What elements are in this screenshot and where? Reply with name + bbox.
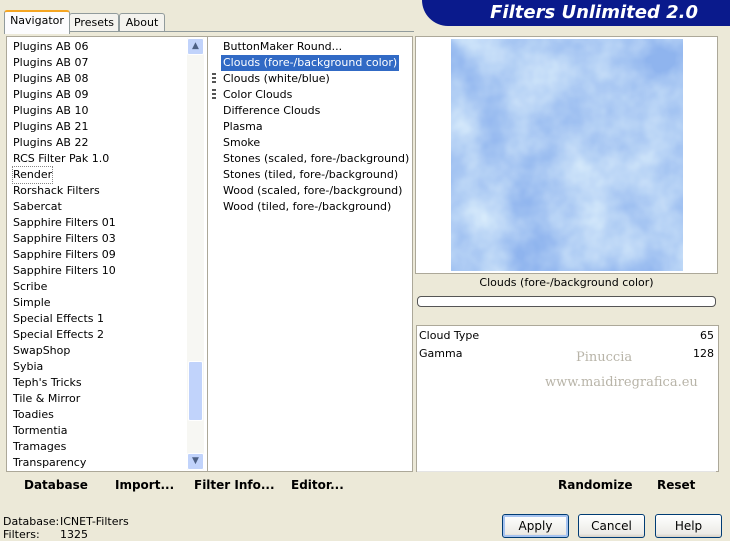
category-item[interactable]: Transparency <box>13 455 86 471</box>
scroll-down-button[interactable]: ▼ <box>187 453 204 470</box>
import-button[interactable]: Import... <box>115 476 174 494</box>
category-item[interactable]: Plugins AB 21 <box>13 119 88 135</box>
param-value[interactable]: 65 <box>700 329 714 342</box>
filters-count: 1325 <box>60 528 88 541</box>
category-item[interactable]: Sapphire Filters 09 <box>13 247 116 263</box>
category-item[interactable]: Render <box>11 166 54 184</box>
filter-item[interactable]: Plasma <box>221 119 265 135</box>
tab-navigator[interactable]: Navigator <box>4 10 70 34</box>
preview-panel <box>415 36 718 274</box>
param-row[interactable]: Cloud Type 65 <box>417 327 716 346</box>
database-value: ICNET-Filters <box>60 515 129 528</box>
help-button[interactable]: Help <box>655 514 722 538</box>
category-item[interactable]: Plugins AB 08 <box>13 71 88 87</box>
watermark-line2: www.maidiregrafica.eu <box>545 375 698 390</box>
app-title: Filters Unlimited 2.0 <box>422 0 730 26</box>
filter-item[interactable]: ButtonMaker Round... <box>221 39 344 55</box>
tab-presets[interactable]: Presets <box>69 13 119 32</box>
category-item[interactable]: Plugins AB 09 <box>13 87 88 103</box>
param-name: Cloud Type <box>419 329 480 342</box>
progress-bar <box>417 296 716 307</box>
database-label: Database: <box>3 515 60 528</box>
category-item[interactable]: Plugins AB 07 <box>13 55 88 71</box>
param-row-empty <box>417 435 716 454</box>
category-item[interactable]: Rorshack Filters <box>13 183 100 199</box>
scroll-up-button[interactable]: ▲ <box>187 38 204 55</box>
category-item[interactable]: SwapShop <box>13 343 70 359</box>
preview-caption: Clouds (fore-/background color) <box>479 276 654 289</box>
filter-item[interactable]: Smoke <box>221 135 262 151</box>
watermark-line1: Pinuccia <box>576 350 633 365</box>
filter-item[interactable]: Stones (scaled, fore-/background) <box>221 151 411 167</box>
editor-button[interactable]: Editor... <box>291 476 344 494</box>
filter-item[interactable]: Clouds (fore-/background color) <box>219 54 401 72</box>
category-item[interactable]: Sapphire Filters 01 <box>13 215 116 231</box>
category-item[interactable]: Teph's Tricks <box>13 375 82 391</box>
category-item[interactable]: Special Effects 2 <box>13 327 104 343</box>
category-item[interactable]: Simple <box>13 295 51 311</box>
database-button[interactable]: Database <box>24 476 88 494</box>
category-list[interactable]: Plugins AB 06 Plugins AB 07 Plugins AB 08 P… <box>6 36 208 472</box>
category-item[interactable]: Plugins AB 06 <box>13 39 88 55</box>
param-row[interactable]: Gamma 128 <box>417 345 716 364</box>
tab-about[interactable]: About <box>119 13 165 32</box>
category-item[interactable]: RCS Filter Pak 1.0 <box>13 151 109 167</box>
scroll-thumb[interactable] <box>188 361 203 421</box>
param-row-empty <box>417 417 716 436</box>
category-item[interactable]: Sapphire Filters 03 <box>13 231 116 247</box>
category-item[interactable]: Plugins AB 10 <box>13 103 88 119</box>
filter-list[interactable]: ButtonMaker Round... Clouds (fore-/backgr… <box>207 36 413 472</box>
filters-label: Filters: <box>3 528 40 541</box>
category-item[interactable]: Toadies <box>13 407 54 423</box>
category-item[interactable]: Scribe <box>13 279 47 295</box>
drag-grip-icon[interactable] <box>212 89 216 101</box>
filter-info-button[interactable]: Filter Info... <box>194 476 275 494</box>
filter-item[interactable]: Stones (tiled, fore-/background) <box>221 167 400 183</box>
drag-grip-icon[interactable] <box>212 73 216 85</box>
category-item[interactable]: Special Effects 1 <box>13 311 104 327</box>
category-item[interactable]: Tramages <box>13 439 66 455</box>
filter-item[interactable]: Difference Clouds <box>221 103 322 119</box>
filter-item[interactable]: Color Clouds <box>221 87 294 103</box>
category-item[interactable]: Sapphire Filters 10 <box>13 263 116 279</box>
category-item[interactable]: Sybia <box>13 359 43 375</box>
reset-button[interactable]: Reset <box>657 476 695 494</box>
param-name: Gamma <box>419 347 463 360</box>
category-item[interactable]: Sabercat <box>13 199 62 215</box>
filter-item[interactable]: Wood (scaled, fore-/background) <box>221 183 404 199</box>
filter-item[interactable]: Clouds (white/blue) <box>221 71 332 87</box>
filter-item[interactable]: Wood (tiled, fore-/background) <box>221 199 393 215</box>
category-item[interactable]: Plugins AB 22 <box>13 135 88 151</box>
param-row-empty <box>417 453 716 472</box>
preview-image <box>451 39 683 271</box>
cancel-button[interactable]: Cancel <box>578 514 645 538</box>
apply-button[interactable]: Apply <box>502 514 569 538</box>
param-row-empty <box>417 399 716 418</box>
param-value[interactable]: 128 <box>693 347 714 360</box>
randomize-button[interactable]: Randomize <box>558 476 632 494</box>
category-item[interactable]: Tile & Mirror <box>13 391 80 407</box>
category-item[interactable]: Tormentia <box>13 423 67 439</box>
